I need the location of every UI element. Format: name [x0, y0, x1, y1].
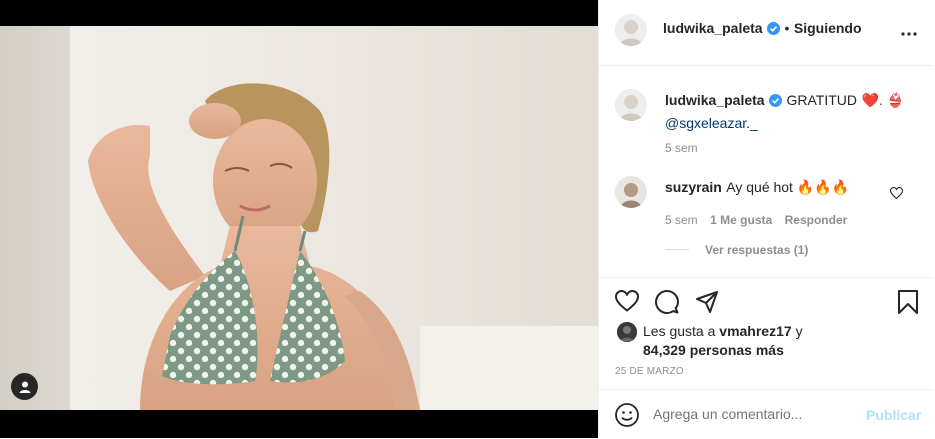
follow-status-button[interactable]: Siguiendo: [794, 20, 862, 36]
post-side-panel: ludwika_paleta • Siguiendo ludwika_palet…: [598, 0, 935, 438]
avatar[interactable]: [615, 14, 647, 46]
action-bar: [599, 277, 934, 314]
like-comment-icon[interactable]: [889, 186, 904, 204]
user-tag-icon[interactable]: [11, 373, 38, 400]
comment-meta: 5 sem 1 Me gusta Responder: [665, 211, 847, 229]
liker-username[interactable]: vmahrez17: [719, 323, 791, 339]
emoji-icon[interactable]: [615, 403, 639, 432]
replies-divider: [665, 249, 689, 250]
liker-avatar[interactable]: [617, 322, 637, 342]
header-user-line: ludwika_paleta • Siguiendo: [663, 20, 862, 40]
photo-image: [0, 26, 598, 410]
comment-username[interactable]: suzyrain: [665, 179, 722, 195]
caption-emoji: ❤️. 👙: [861, 92, 905, 108]
comment-text: Ay qué hot 🔥🔥🔥: [726, 179, 850, 195]
verified-icon: [769, 93, 783, 113]
add-comment-bar: Publicar: [599, 389, 934, 439]
likes-summary: Les gusta a vmahrez17 y 84,329 personas …: [643, 322, 803, 360]
caption-mention-link[interactable]: @sgxeleazar._: [665, 115, 758, 131]
comment-avatar[interactable]: [615, 176, 647, 208]
more-icon[interactable]: [901, 24, 917, 42]
caption-avatar[interactable]: [615, 89, 647, 121]
likes-prefix: Les gusta a: [643, 323, 716, 339]
header-separator: •: [784, 20, 790, 36]
likes-count-button[interactable]: 84,329 personas más: [643, 342, 784, 358]
verified-icon: [767, 22, 781, 40]
likes-conj: y: [795, 323, 803, 339]
caption: ludwika_paleta GRATITUD ❤️. 👙 @sgxeleaza…: [665, 90, 920, 134]
comment: suzyrain Ay qué hot 🔥🔥🔥: [665, 179, 849, 197]
post-date[interactable]: 25 DE MARZO: [615, 366, 684, 377]
view-replies-button[interactable]: Ver respuestas (1): [705, 243, 808, 257]
share-icon[interactable]: [695, 290, 719, 319]
post-header: ludwika_paleta • Siguiendo: [599, 0, 934, 66]
publish-button[interactable]: Publicar: [866, 407, 921, 423]
header-username[interactable]: ludwika_paleta: [663, 20, 763, 36]
caption-time[interactable]: 5 sem: [665, 141, 698, 155]
save-icon[interactable]: [897, 290, 919, 319]
caption-username[interactable]: ludwika_paleta: [665, 92, 765, 108]
comment-time[interactable]: 5 sem: [665, 213, 698, 227]
post-photo[interactable]: [0, 26, 598, 410]
heart-icon[interactable]: [614, 289, 640, 317]
caption-text: GRATITUD: [786, 92, 858, 108]
comment-icon[interactable]: [655, 290, 679, 319]
comment-input[interactable]: [653, 404, 853, 424]
reply-button[interactable]: Responder: [785, 213, 848, 227]
comment-likes-button[interactable]: 1 Me gusta: [710, 213, 772, 227]
post-media: [0, 0, 598, 438]
